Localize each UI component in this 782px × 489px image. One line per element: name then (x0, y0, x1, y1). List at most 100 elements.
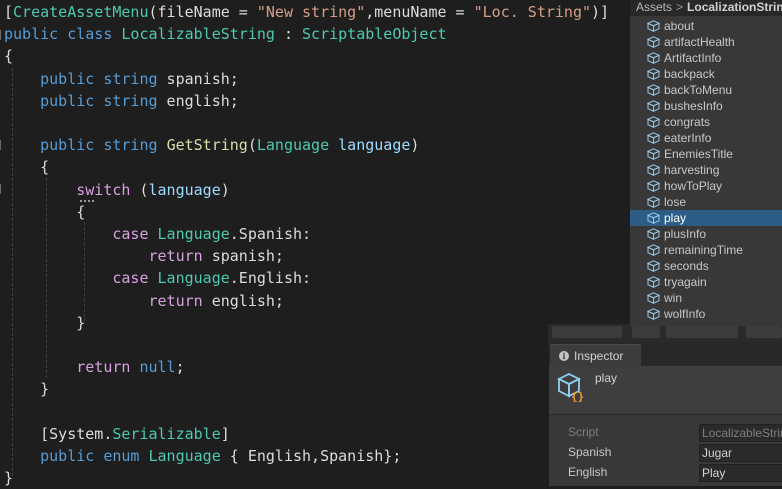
scriptable-object-icon (646, 100, 661, 112)
code-line[interactable]: return english; (4, 290, 284, 312)
property-text-field[interactable]: Jugar (699, 444, 782, 462)
code-line[interactable]: public string GetString(Language languag… (4, 134, 419, 156)
code-token: spanish; (157, 69, 239, 88)
code-token: string (103, 136, 158, 155)
code-token: [ (4, 3, 14, 21)
code-line[interactable]: { (4, 156, 49, 178)
asset-list: about artifactHealth ArtifactInfo backpack b… (630, 18, 782, 322)
scriptable-object-icon (646, 116, 661, 128)
asset-item-label: plusInfo (664, 227, 707, 241)
code-line[interactable]: { (4, 201, 85, 223)
asset-item-label: about (664, 19, 695, 33)
code-line[interactable]: } (4, 378, 49, 400)
asset-item-label: congrats (664, 115, 711, 129)
code-line[interactable]: public class LocalizableString : Scripta… (4, 23, 447, 45)
asset-item[interactable]: plusInfo (630, 226, 782, 242)
code-line[interactable]: switch (language) (4, 179, 230, 201)
code-token: english; (157, 91, 239, 110)
code-line[interactable]: public enum Language { English,Spanish}; (4, 445, 401, 467)
inspector-object-name: play (595, 371, 618, 385)
code-line[interactable]: [System.Serializable] (4, 423, 230, 445)
code-token: ) (220, 180, 230, 199)
asset-item[interactable]: remainingTime (630, 242, 782, 258)
code-token: return (148, 291, 203, 310)
asset-item[interactable]: tryagain (630, 274, 782, 290)
code-token: Language (157, 269, 230, 288)
code-line[interactable]: return null; (4, 356, 184, 378)
scriptable-object-icon (646, 68, 661, 80)
code-token: : (274, 25, 303, 44)
asset-item[interactable]: play (630, 210, 782, 226)
code-token: } (4, 313, 86, 332)
code-line[interactable]: case Language.English: (4, 267, 311, 289)
code-token: language (338, 136, 411, 155)
scriptable-object-icon (646, 308, 661, 320)
asset-item[interactable]: eaterInfo (630, 130, 782, 146)
script-reference-field: LocalizableString (699, 424, 782, 442)
code-line[interactable]: return spanish; (4, 245, 284, 267)
asset-item-label: backpack (664, 67, 715, 81)
code-token: Serializable (112, 424, 221, 443)
code-token: "Loc. String" (473, 3, 592, 21)
asset-item-label: tryagain (664, 275, 707, 289)
asset-item[interactable]: artifactHealth (630, 34, 782, 50)
scriptable-object-icon (646, 20, 661, 32)
inspector-tab-bar: i Inspector (549, 342, 782, 367)
code-line[interactable]: { (4, 45, 13, 67)
toolbar-button[interactable] (746, 326, 782, 338)
code-token: .English: (229, 269, 312, 288)
asset-item[interactable]: howToPlay (630, 178, 782, 194)
asset-item[interactable]: ArtifactInfo (630, 50, 782, 66)
asset-item[interactable]: win (630, 290, 782, 306)
asset-item-label: remainingTime (664, 243, 743, 257)
scriptable-object-icon (646, 244, 661, 256)
code-token: return (148, 247, 203, 266)
asset-item[interactable]: congrats (630, 114, 782, 130)
property-text-field[interactable]: Play (699, 464, 782, 482)
asset-item[interactable]: backToMenu (630, 82, 782, 98)
asset-item[interactable]: EnemiesTitle (630, 146, 782, 162)
code-token: public (40, 91, 95, 110)
scriptable-object-icon (646, 36, 661, 48)
toolbar-button[interactable] (666, 326, 738, 338)
breadcrumb-folder[interactable]: LocalizationStrings (687, 0, 782, 15)
scriptable-object-icon (646, 164, 661, 176)
code-line[interactable]: } (4, 312, 85, 334)
toolbar-button[interactable] (552, 326, 622, 338)
code-line[interactable]: public string english; (4, 90, 239, 112)
asset-item-label: EnemiesTitle (664, 147, 733, 161)
asset-item[interactable]: wolfInfo (630, 306, 782, 322)
asset-item-label: howToPlay (664, 179, 723, 193)
code-token: switch (76, 180, 131, 199)
asset-item-label: seconds (664, 259, 709, 273)
asset-item[interactable]: about (630, 18, 782, 34)
code-line[interactable]: case Language.Spanish: (4, 223, 311, 245)
scriptable-object-icon (646, 180, 661, 192)
breadcrumb-assets[interactable]: Assets (630, 0, 672, 15)
inspector-panel: i Inspector {} play Script LocalizableStr… (549, 342, 782, 486)
asset-item[interactable]: lose (630, 194, 782, 210)
scriptable-object-icon (646, 228, 661, 240)
asset-item-label: ArtifactInfo (664, 51, 722, 65)
code-token: class (67, 25, 113, 44)
property-label: Script (568, 425, 599, 439)
asset-item[interactable]: harvesting (630, 162, 782, 178)
toolbar-button[interactable] (632, 326, 660, 338)
property-row-english: English Play (549, 462, 782, 482)
asset-item[interactable]: seconds (630, 258, 782, 274)
code-token: enum (103, 447, 140, 465)
asset-item[interactable]: bushesInfo (630, 98, 782, 114)
code-token: } (4, 380, 50, 399)
property-row-spanish: Spanish Jugar (549, 442, 782, 462)
code-line[interactable]: public string spanish; (4, 68, 239, 90)
code-line[interactable]: [CreateAssetMenu(fileName = "New string"… (4, 1, 609, 23)
tab-inspector[interactable]: i Inspector (550, 344, 641, 367)
asset-item[interactable]: backpack (630, 66, 782, 82)
